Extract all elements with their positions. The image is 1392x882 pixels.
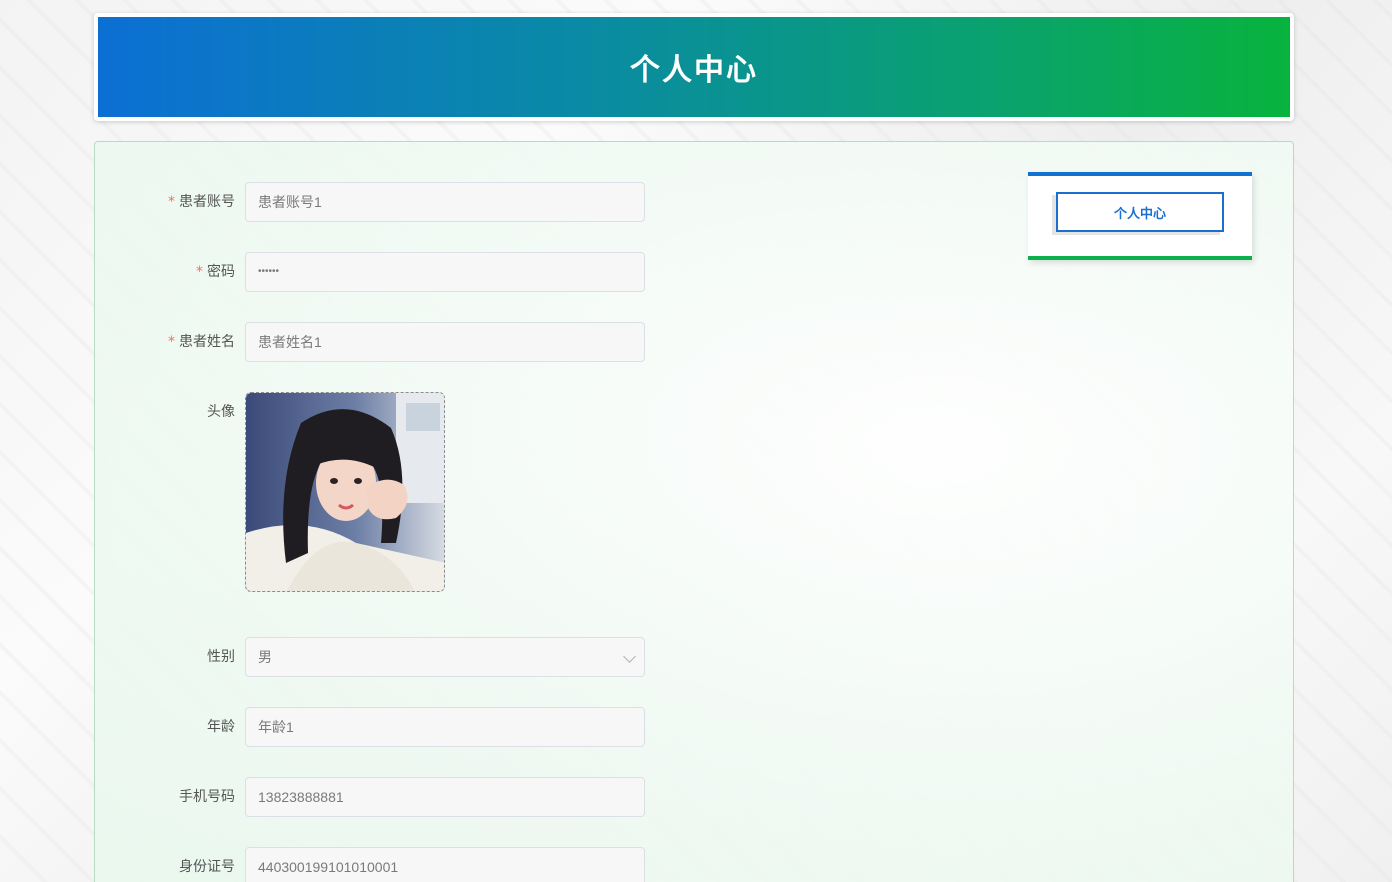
id-number-label: 身份证号	[179, 859, 235, 875]
form-row-password: * 密码 ••••••	[95, 252, 655, 292]
name-label: * 患者姓名	[168, 334, 235, 350]
form-row-age: 年龄 年龄1	[95, 707, 655, 747]
form-row-avatar: 头像	[95, 392, 655, 592]
page-header: 个人中心	[94, 13, 1294, 121]
form-row-id-number: 身份证号 440300199101010001	[95, 847, 655, 882]
page-title: 个人中心	[630, 53, 758, 88]
password-input[interactable]: ••••••	[245, 252, 645, 292]
password-label: * 密码	[196, 264, 235, 280]
age-label: 年龄	[207, 719, 235, 735]
id-number-input[interactable]: 440300199101010001	[245, 847, 645, 882]
avatar-label: 头像	[207, 404, 235, 420]
phone-label: 手机号码	[179, 789, 235, 805]
account-input[interactable]: 患者账号1	[245, 182, 645, 222]
chevron-down-icon	[623, 650, 636, 663]
gender-label: 性别	[207, 649, 235, 665]
profile-center-button[interactable]: 个人中心	[1056, 192, 1224, 232]
gender-select[interactable]: 男	[245, 637, 645, 677]
phone-input[interactable]: 13823888881	[245, 777, 645, 817]
form-row-account: * 患者账号 患者账号1	[95, 182, 655, 222]
avatar-image	[246, 393, 444, 591]
form-row-phone: 手机号码 13823888881	[95, 777, 655, 817]
profile-form-panel: *患者账号 患者账号1 *密码 •••••• *患者姓名 患者姓名1 头像	[94, 141, 1294, 882]
form-row-name: * 患者姓名 患者姓名1	[95, 322, 655, 362]
required-mark: *	[168, 334, 175, 350]
account-label: * 患者账号	[168, 194, 235, 210]
avatar-upload[interactable]	[245, 392, 445, 592]
sidebar-card: 个人中心	[1028, 172, 1252, 260]
required-mark: *	[196, 264, 203, 280]
header-banner: 个人中心	[98, 17, 1290, 117]
gender-value: 男	[258, 649, 272, 665]
form-row-gender: 性别 男	[95, 637, 655, 677]
required-mark: *	[168, 194, 175, 210]
name-input[interactable]: 患者姓名1	[245, 322, 645, 362]
age-input[interactable]: 年龄1	[245, 707, 645, 747]
